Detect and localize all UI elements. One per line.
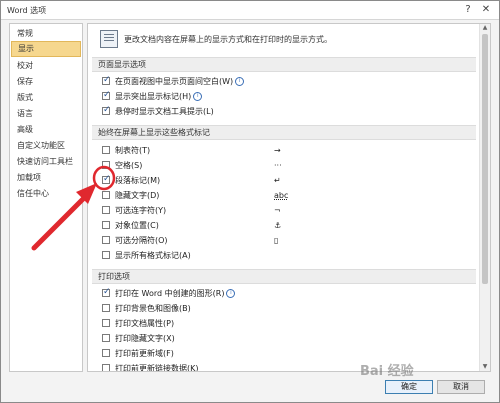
checkbox[interactable] bbox=[102, 334, 110, 342]
option-label: 段落标记(M) bbox=[115, 176, 161, 185]
option-label: 显示突出显示标记(H) bbox=[115, 92, 192, 101]
sidebar-item-display[interactable]: 显示 bbox=[11, 41, 81, 57]
hidden-text-mark-icon: abc bbox=[274, 191, 289, 200]
sidebar-item-save[interactable]: 保存 bbox=[10, 75, 82, 89]
display-options-panel: 更改文档内容在屏幕上的显示方式和在打印时的显示方式。 页面显示选项 在页面视图中… bbox=[87, 23, 491, 372]
anchor-icon: ⚓ bbox=[274, 221, 282, 230]
scroll-up-icon[interactable]: ▲ bbox=[480, 24, 490, 32]
checkbox[interactable] bbox=[102, 146, 110, 154]
vertical-scrollbar[interactable]: ▲ ▼ bbox=[479, 24, 490, 371]
sidebar-item-language[interactable]: 语言 bbox=[10, 107, 82, 121]
checkbox[interactable] bbox=[102, 221, 110, 229]
option-label: 打印前更新链接数据(K) bbox=[115, 364, 199, 372]
sidebar-item-general[interactable]: 常规 bbox=[10, 27, 82, 41]
info-icon: i bbox=[235, 77, 245, 86]
checkbox[interactable] bbox=[102, 364, 110, 371]
checkbox[interactable] bbox=[102, 251, 110, 259]
option-label: 打印前更新域(F) bbox=[115, 349, 174, 358]
break-mark-icon: ▯ bbox=[274, 236, 279, 245]
checkbox[interactable] bbox=[102, 206, 110, 214]
scroll-thumb[interactable] bbox=[482, 34, 488, 284]
checkbox[interactable] bbox=[102, 319, 110, 327]
option-label: 可选连字符(Y) bbox=[115, 206, 167, 215]
scroll-down-icon[interactable]: ▼ bbox=[480, 363, 490, 371]
checkbox[interactable] bbox=[102, 304, 110, 312]
option-label: 打印背景色和图像(B) bbox=[115, 304, 191, 313]
checkbox[interactable] bbox=[102, 105, 111, 115]
close-button[interactable]: ✕ bbox=[479, 3, 493, 17]
checkbox[interactable] bbox=[102, 90, 111, 100]
checkbox[interactable] bbox=[102, 161, 110, 169]
checkbox[interactable] bbox=[102, 174, 111, 184]
paragraph-mark-icon: ↵ bbox=[274, 176, 281, 185]
hyphen-mark-icon: ¬ bbox=[274, 206, 281, 215]
option-label: 悬停时显示文档工具提示(L) bbox=[115, 107, 214, 116]
option-label: 对象位置(C) bbox=[115, 221, 159, 230]
formatting-marks-header: 始终在屏幕上显示这些格式标记 bbox=[92, 125, 476, 140]
option-label: 隐藏文字(D) bbox=[115, 191, 160, 200]
cancel-button[interactable]: 取消 bbox=[437, 380, 485, 394]
option-label: 可选分隔符(O) bbox=[115, 236, 168, 245]
tab-mark-icon: → bbox=[274, 146, 281, 155]
checkbox[interactable] bbox=[102, 349, 110, 357]
option-label: 在页面视图中显示页面间空白(W) bbox=[115, 77, 234, 86]
sidebar-item-addins[interactable]: 加载项 bbox=[10, 171, 82, 185]
intro-text: 更改文档内容在屏幕上的显示方式和在打印时的显示方式。 bbox=[124, 35, 332, 44]
sidebar-item-proofing[interactable]: 校对 bbox=[10, 59, 82, 73]
checkbox[interactable] bbox=[102, 287, 111, 297]
info-icon: i bbox=[226, 289, 236, 298]
display-settings-icon bbox=[100, 30, 118, 48]
option-label: 打印在 Word 中创建的图形(R) bbox=[115, 289, 225, 298]
dialog-title: Word 选项 bbox=[7, 6, 47, 15]
ok-button[interactable]: 确定 bbox=[385, 380, 433, 394]
space-mark-icon: ··· bbox=[274, 161, 282, 170]
sidebar-item-customize-ribbon[interactable]: 自定义功能区 bbox=[10, 139, 82, 153]
print-options-header: 打印选项 bbox=[92, 269, 476, 284]
option-label: 空格(S) bbox=[115, 161, 143, 170]
title-bar: Word 选项 ? ✕ bbox=[1, 1, 499, 20]
option-label: 打印文档属性(P) bbox=[115, 319, 175, 328]
info-icon: i bbox=[193, 92, 203, 101]
sidebar-item-layout[interactable]: 版式 bbox=[10, 91, 82, 105]
checkbox[interactable] bbox=[102, 191, 110, 199]
sidebar-item-quick-access[interactable]: 快速访问工具栏 bbox=[10, 155, 82, 169]
word-options-dialog: Word 选项 ? ✕ 常规 显示 校对 保存 版式 语言 高级 自定义功能区 … bbox=[0, 0, 500, 403]
checkbox[interactable] bbox=[102, 75, 111, 85]
sidebar-item-advanced[interactable]: 高级 bbox=[10, 123, 82, 137]
page-display-header: 页面显示选项 bbox=[92, 57, 476, 72]
help-button[interactable]: ? bbox=[461, 3, 475, 17]
checkbox[interactable] bbox=[102, 236, 110, 244]
options-sidebar: 常规 显示 校对 保存 版式 语言 高级 自定义功能区 快速访问工具栏 加载项 … bbox=[9, 23, 83, 372]
option-label: 制表符(T) bbox=[115, 146, 151, 155]
option-label: 打印隐藏文字(X) bbox=[115, 334, 175, 343]
option-label: 显示所有格式标记(A) bbox=[115, 251, 191, 260]
watermark: Bai 经验 bbox=[360, 364, 414, 379]
sidebar-item-trust-center[interactable]: 信任中心 bbox=[10, 187, 82, 201]
